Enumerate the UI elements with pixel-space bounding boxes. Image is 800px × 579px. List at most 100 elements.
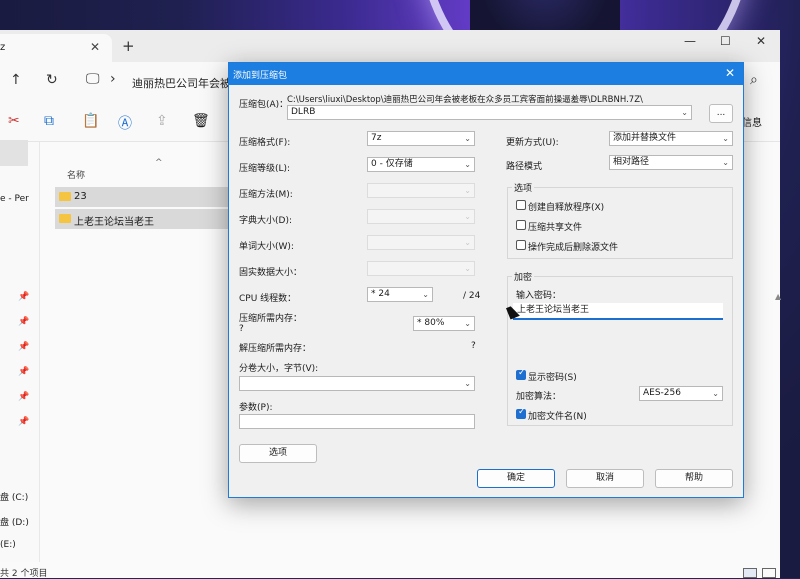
delete-after-label: 操作完成后删除源文件 (528, 243, 619, 253)
explorer-tab[interactable]: z ✕ (0, 34, 112, 62)
maximize-icon[interactable]: ☐ (720, 34, 731, 48)
sort-arrow-icon: ^ (155, 158, 163, 168)
level-label: 压缩等级(L): (239, 164, 291, 174)
chevron-down-icon: ⌄ (464, 160, 471, 169)
ok-button[interactable]: 确定 (477, 469, 555, 488)
close-icon[interactable]: ✕ (725, 66, 735, 80)
enc-method-value: AES-256 (643, 388, 681, 398)
mem-decomp-value: ? (471, 341, 476, 351)
minimize-icon[interactable]: — (684, 34, 696, 48)
share-icon[interactable]: ⇪ (156, 113, 168, 129)
show-password-checkbox[interactable] (516, 368, 526, 380)
encrypt-names-checkbox[interactable] (516, 407, 526, 419)
sfx-checkbox[interactable] (516, 200, 526, 210)
rename-icon[interactable]: Ⓐ (118, 113, 132, 133)
cut-icon[interactable]: ✂ (8, 113, 20, 129)
delete-icon[interactable]: 🗑 (192, 113, 210, 129)
file-name: 上老王论坛当老王 (74, 217, 154, 228)
up-arrow-icon[interactable]: ↑ (10, 72, 22, 88)
pin-icon: 📌 (18, 317, 30, 327)
search-icon[interactable]: ⌕ (750, 72, 758, 88)
chevron-down-icon: ⌄ (464, 264, 471, 273)
archive-name-combobox[interactable]: DLRB ⌄ (287, 105, 692, 120)
show-password-label: 显示密码(S) (528, 373, 577, 383)
word-label: 单词大小(W): (239, 242, 294, 252)
path-mode-select[interactable]: 相对路径 ⌄ (609, 155, 733, 170)
path-mode-value: 相对路径 (613, 157, 650, 167)
tab-bar: z ✕ + — ☐ ✕ (0, 30, 780, 62)
mem-decomp-label: 解压缩所需内存： (239, 344, 312, 354)
word-select[interactable]: ⌄ (367, 235, 475, 250)
shared-checkbox[interactable] (516, 220, 526, 230)
chevron-down-icon: ⌄ (722, 158, 729, 167)
dialog-title: 添加到压缩包 (233, 71, 288, 81)
sidebar-drive-c[interactable]: 盘 (C:) (0, 490, 28, 503)
chevron-down-icon: ⌄ (422, 290, 429, 299)
format-select[interactable]: 7z ⌄ (367, 131, 475, 146)
details-view-icon[interactable] (743, 568, 757, 578)
column-header-name[interactable]: 名称 (67, 168, 85, 181)
sidebar-selected-item[interactable] (0, 140, 28, 166)
sidebar-drive-d[interactable]: 盘 (D:) (0, 515, 29, 528)
close-window-icon[interactable]: ✕ (756, 34, 766, 48)
split-size-combobox[interactable]: ⌄ (239, 376, 475, 391)
pin-icon: 📌 (18, 367, 30, 377)
list-item[interactable]: 23 (55, 187, 235, 207)
file-name: 23 (74, 191, 87, 202)
params-input[interactable] (239, 414, 475, 429)
delete-after-checkbox[interactable] (516, 240, 526, 250)
folder-icon (59, 192, 71, 201)
scroll-up-icon[interactable]: ▲ (775, 292, 781, 301)
dialog-titlebar: 添加到压缩包 ✕ (229, 63, 743, 85)
pin-icon: 📌 (18, 292, 30, 302)
details-button[interactable]: 信息 (742, 114, 762, 129)
pin-icon: 📌 (18, 342, 30, 352)
cpu-threads-select[interactable]: * 24 ⌄ (367, 287, 433, 302)
help-button[interactable]: 帮助 (655, 469, 733, 488)
mem-pct-value: * 80% (417, 318, 445, 328)
enc-method-select[interactable]: AES-256 ⌄ (639, 386, 723, 401)
format-label: 压缩格式(F): (239, 138, 291, 148)
computer-icon: 🖵 (86, 71, 100, 87)
list-item[interactable]: 上老王论坛当老王 (55, 209, 235, 229)
sidebar-item-label[interactable]: e - Per (0, 194, 29, 204)
pin-icon: 📌 (18, 417, 30, 427)
method-select[interactable]: ⌄ (367, 183, 475, 198)
update-mode-select[interactable]: 添加并替换文件 ⌄ (609, 131, 733, 146)
tab-title: z (0, 42, 6, 53)
path-mode-label: 路径模式 (506, 162, 543, 172)
paste-icon[interactable]: 📋 (82, 113, 99, 129)
folder-icon (59, 214, 71, 223)
copy-icon[interactable]: ⧉ (44, 113, 54, 129)
pin-icon: 📌 (18, 392, 30, 402)
shared-label: 压缩共享文件 (528, 223, 583, 233)
archive-path: C:\Users\liuxi\Desktop\迪丽热巴公司年会被老板在众多员工宾… (287, 95, 643, 105)
cancel-button[interactable]: 取消 (566, 469, 644, 488)
update-label: 更新方式(U): (506, 138, 559, 148)
method-label: 压缩方法(M): (239, 190, 293, 200)
password-input[interactable]: 上老王论坛当老王 (513, 303, 723, 320)
format-value: 7z (371, 133, 382, 143)
dict-select[interactable]: ⌄ (367, 209, 475, 224)
options-button[interactable]: 选项 (239, 444, 317, 463)
dict-label: 字典大小(D): (239, 216, 292, 226)
archive-name-value: DLRB (291, 107, 316, 117)
level-select[interactable]: 0 - 仅存储 ⌄ (367, 157, 475, 172)
mem-comp-value: ? (239, 324, 244, 334)
browse-button[interactable]: ... (709, 104, 733, 123)
chevron-down-icon: ⌄ (464, 319, 471, 328)
chevron-down-icon: ⌄ (681, 108, 688, 117)
cpu-value: * 24 (371, 289, 390, 299)
tiles-view-icon[interactable] (762, 568, 776, 578)
cpu-label: CPU 线程数： (239, 294, 297, 304)
close-tab-icon[interactable]: ✕ (90, 40, 100, 54)
solid-select[interactable]: ⌄ (367, 261, 475, 276)
sfx-label: 创建自释放程序(X) (528, 203, 605, 213)
refresh-icon[interactable]: ↻ (46, 72, 58, 88)
new-tab-icon[interactable]: + (122, 37, 135, 55)
mem-percent-select[interactable]: * 80% ⌄ (413, 316, 475, 331)
chevron-down-icon: ⌄ (464, 238, 471, 247)
solid-label: 固实数据大小： (239, 268, 303, 278)
chevron-down-icon: ⌄ (464, 134, 471, 143)
sidebar-drive-e[interactable]: (E:) (0, 540, 16, 550)
